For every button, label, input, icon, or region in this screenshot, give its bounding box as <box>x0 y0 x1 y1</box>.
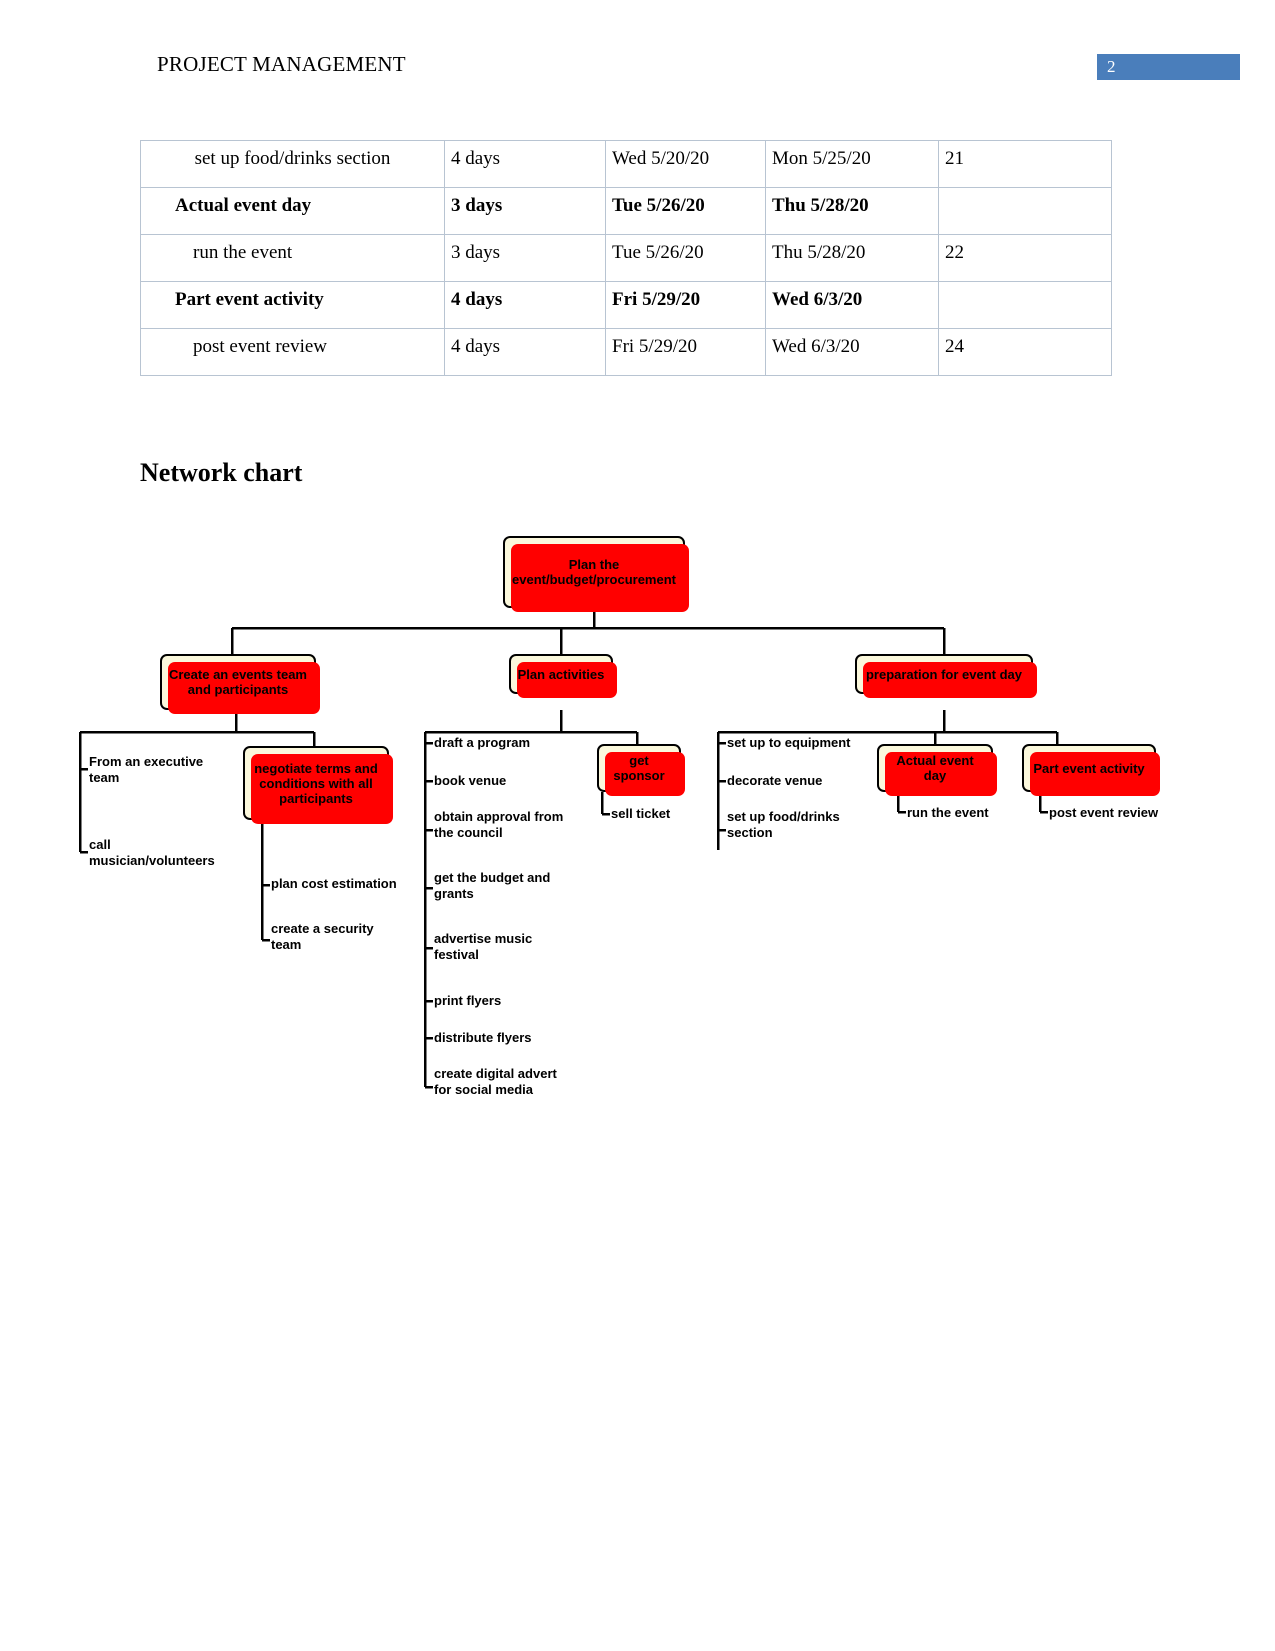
leaf-obtain-approval-from-the-council: obtain approval from the council <box>434 809 564 840</box>
cell-predecessors <box>938 281 1112 329</box>
table-row: Part event activity 4 days Fri 5/29/20 W… <box>140 281 1112 329</box>
node-get-sponsor-label: get sponsor <box>613 753 665 783</box>
page-title: Network chart <box>140 458 303 487</box>
leaf-call-musician-volunteers: call musician/volunteers <box>89 837 215 868</box>
leaf-set-up-to-equipment: set up to equipment <box>727 735 851 750</box>
project-schedule-table: set up food/drinks section 4 days Wed 5/… <box>140 140 1112 376</box>
node-create-events-team[interactable]: Create an events team and participants <box>160 654 320 714</box>
cell-duration: 3 days <box>444 187 606 235</box>
cell-duration: 4 days <box>444 281 606 329</box>
table-row: set up food/drinks section 4 days Wed 5/… <box>140 140 1112 188</box>
node-root-label: Plan the event/budget/procurement <box>512 557 676 587</box>
leaf-post-event-review: post event review <box>1049 805 1159 820</box>
page-header: PROJECT MANAGEMENT 2 <box>0 52 1275 92</box>
cell-duration: 4 days <box>444 328 606 376</box>
node-plan-activities[interactable]: Plan activities <box>509 654 617 698</box>
cell-finish: Wed 6/3/20 <box>765 281 939 329</box>
cell-task: post event review <box>140 328 445 376</box>
document-header-title: PROJECT MANAGEMENT <box>157 52 406 76</box>
cell-task: run the event <box>140 234 445 282</box>
node-actual-event-day[interactable]: Actual event day <box>877 744 997 796</box>
cell-start: Fri 5/29/20 <box>605 281 766 329</box>
cell-start: Tue 5/26/20 <box>605 187 766 235</box>
schedule-table-body: set up food/drinks section 4 days Wed 5/… <box>140 140 1112 376</box>
cell-finish: Wed 6/3/20 <box>765 328 939 376</box>
cell-task: set up food/drinks section <box>140 140 445 188</box>
leaf-get-the-budget-and-grants: get the budget and grants <box>434 870 551 901</box>
leaf-from-an-executive-team: From an executive team <box>89 754 204 785</box>
cell-predecessors <box>938 187 1112 235</box>
leaf-draft-a-program: draft a program <box>434 735 531 750</box>
leaf-print-flyers: print flyers <box>434 993 502 1008</box>
cell-duration: 4 days <box>444 140 606 188</box>
cell-predecessors: 22 <box>938 234 1112 282</box>
cell-task: Actual event day <box>140 187 445 235</box>
node-plan-activities-label: Plan activities <box>517 666 605 682</box>
network-chart-diagram: Plan the event/budget/procurement Create… <box>0 520 1275 1140</box>
leaf-book-venue: book venue <box>434 773 507 788</box>
leaf-decorate-venue: decorate venue <box>727 773 823 788</box>
leaf-create-digital-advert-for-social-media: create digital advert for social media <box>434 1066 557 1097</box>
leaf-create-a-security-team: create a security team <box>271 921 374 952</box>
node-root[interactable]: Plan the event/budget/procurement <box>503 536 689 612</box>
cell-duration: 3 days <box>444 234 606 282</box>
leaf-distribute-flyers: distribute flyers <box>434 1030 532 1045</box>
network-chart-connectors <box>78 608 1059 1089</box>
leaf-advertise-music-festival: advertise music festival <box>434 931 533 962</box>
node-negotiate-terms[interactable]: negotiate terms and conditions with all … <box>243 746 393 824</box>
cell-finish: Mon 5/25/20 <box>765 140 939 188</box>
node-part-event-activity-label: Part event activity <box>1033 760 1145 776</box>
node-create-events-team-label: Create an events team and participants <box>168 667 307 697</box>
cell-predecessors: 21 <box>938 140 1112 188</box>
node-preparation-for-event-day-label: preparation for event day <box>865 666 1023 682</box>
cell-finish: Thu 5/28/20 <box>765 234 939 282</box>
cell-finish: Thu 5/28/20 <box>765 187 939 235</box>
node-negotiate-terms-label: negotiate terms and conditions with all … <box>254 760 378 806</box>
leaf-plan-cost-estimation: plan cost estimation <box>271 876 397 891</box>
table-row: Actual event day 3 days Tue 5/26/20 Thu … <box>140 187 1112 235</box>
leaf-sell-ticket: sell ticket <box>611 806 671 821</box>
cell-predecessors: 24 <box>938 328 1112 376</box>
table-row: post event review 4 days Fri 5/29/20 Wed… <box>140 328 1112 376</box>
cell-task: Part event activity <box>140 281 445 329</box>
table-row: run the event 3 days Tue 5/26/20 Thu 5/2… <box>140 234 1112 282</box>
page-number-badge: 2 <box>1097 54 1240 80</box>
node-part-event-activity[interactable]: Part event activity <box>1022 744 1160 796</box>
cell-start: Tue 5/26/20 <box>605 234 766 282</box>
node-preparation-for-event-day[interactable]: preparation for event day <box>855 654 1037 698</box>
cell-start: Wed 5/20/20 <box>605 140 766 188</box>
leaf-run-the-event: run the event <box>907 805 989 820</box>
cell-start: Fri 5/29/20 <box>605 328 766 376</box>
node-actual-event-day-label: Actual event day <box>896 753 974 783</box>
leaf-set-up-food-drinks-section: set up food/drinks section <box>727 809 840 840</box>
node-get-sponsor[interactable]: get sponsor <box>597 744 685 796</box>
